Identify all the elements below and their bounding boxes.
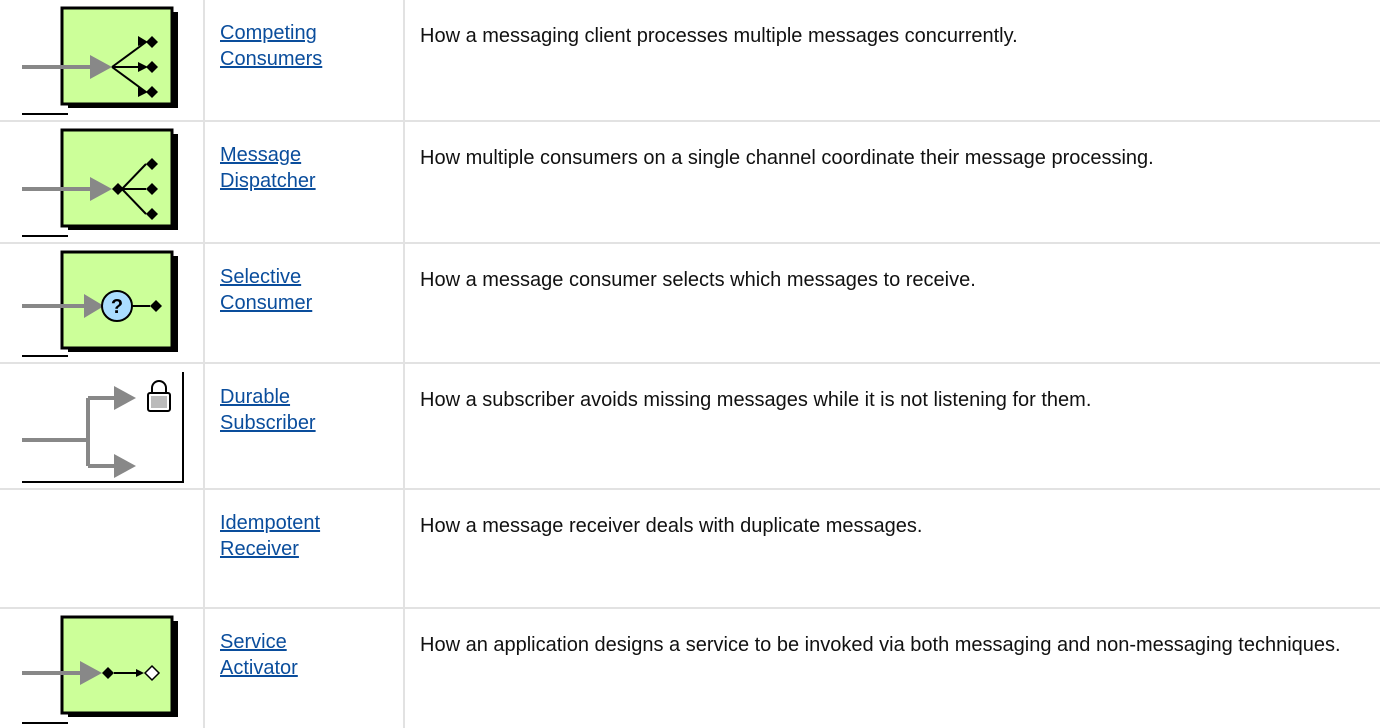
link-line: Consumers [220,48,323,70]
link-line: Receiver [220,538,299,560]
selective-consumer-icon: ? [22,250,178,357]
link-line: Service [220,631,287,653]
message-dispatcher-link[interactable]: Message Dispatcher [220,144,316,192]
pattern-description: How a messaging client processes multipl… [420,25,1018,47]
pattern-description: How multiple consumers on a single chann… [420,147,1154,169]
selective-consumer-link[interactable]: Selective Consumer [220,266,312,314]
pattern-name: Competing Consumers [220,20,390,72]
icon-cell [0,122,204,242]
link-line: Durable [220,386,291,408]
icon-cell: ? [0,244,204,362]
table-row: Competing Consumers How a messaging clien… [0,0,1380,120]
message-dispatcher-icon [22,128,178,237]
competing-consumers-icon [22,6,178,115]
table-row: Durable Subscriber How a subscriber avoid… [0,364,1380,488]
pattern-description: How a message receiver deals with duplic… [420,515,923,537]
idempotent-receiver-link[interactable]: Idempotent Receiver [220,512,320,560]
link-line: Consumer [220,292,313,314]
link-line: Message [220,144,302,166]
durable-subscriber-icon [22,372,184,483]
link-line: Idempotent [220,512,321,534]
pattern-description: How a subscriber avoids missing messages… [420,389,1092,411]
link-line: Competing [220,22,317,44]
pattern-name: Selective Consumer [220,264,390,316]
link-line: Activator [220,657,298,679]
table-row: Service Activator How an application desi… [0,609,1380,728]
link-line: Selective [220,266,302,288]
icon-cell [0,490,204,607]
pattern-description: How an application designs a service to … [420,634,1341,656]
table-row: Idempotent Receiver How a message receive… [0,490,1380,607]
icon-cell [0,0,204,120]
icon-cell [0,609,204,728]
patterns-table: Competing Consumers How a messaging clien… [0,0,1380,728]
pattern-description: How a message consumer selects which mes… [420,269,976,291]
durable-subscriber-link[interactable]: Durable Subscriber [220,386,316,434]
link-line: Dispatcher [220,170,316,192]
service-activator-link[interactable]: Service Activator [220,631,298,679]
pattern-name: Idempotent Receiver [220,510,390,562]
svg-text:?: ? [111,296,123,318]
link-line: Subscriber [220,412,316,434]
pattern-name: Message Dispatcher [220,142,390,194]
icon-cell [0,364,204,488]
pattern-name: Service Activator [220,629,390,681]
table-row: ? Selective Consumer How a message consum… [0,244,1380,362]
competing-consumers-link[interactable]: Competing Consumers [220,22,322,70]
pattern-name: Durable Subscriber [220,384,390,436]
table-row: Message Dispatcher How multiple consumers… [0,122,1380,242]
service-activator-icon [22,615,178,724]
